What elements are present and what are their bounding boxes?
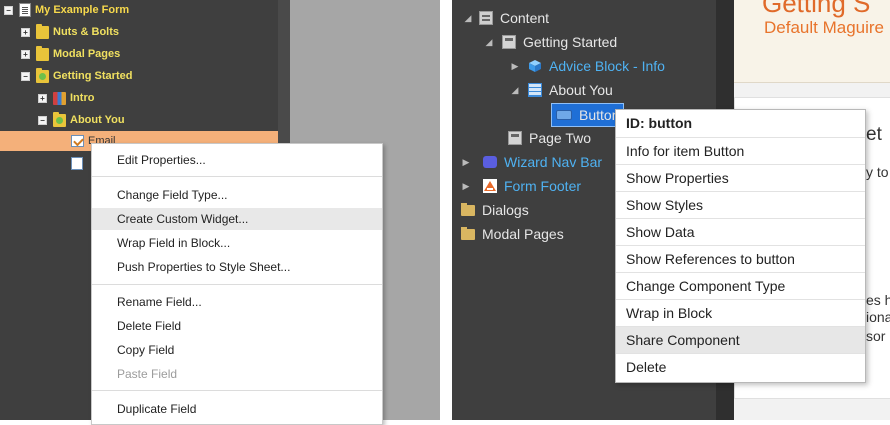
component-context-menu: ID: button Info for item Button Show Pro… (615, 109, 866, 383)
tree-node-label: Button (579, 107, 620, 123)
tree-node-label: About You (70, 114, 125, 126)
canvas-text-fragment: sor (866, 328, 886, 344)
menu-header-id: ID: button (626, 115, 693, 131)
menu-item-edit-properties[interactable]: Edit Properties... (92, 149, 382, 171)
menu-item-paste-field: Paste Field (117, 367, 178, 381)
menu-item-info[interactable]: Info for item Button (616, 137, 865, 164)
tree-node-label: About You (549, 82, 613, 98)
menu-item-duplicate-field[interactable]: Duplicate Field (92, 398, 382, 420)
page-icon (508, 131, 522, 145)
checkbox-field-icon (71, 135, 84, 147)
canvas-text-fragment: et (866, 124, 882, 145)
tree-node-form-footer[interactable]: ▶ Form Footer (459, 175, 581, 197)
expand-icon[interactable]: + (21, 49, 30, 59)
footer-icon (483, 179, 497, 193)
menu-item-wrap-field-in-block[interactable]: Wrap Field in Block... (92, 232, 382, 254)
tree-node-label: Intro (70, 92, 95, 104)
tree-node-nuts-bolts[interactable]: + Nuts & Bolts (21, 22, 119, 42)
tree-node-label: Advice Block - Info (549, 58, 665, 74)
menu-separator (92, 176, 382, 177)
tree-node-label: Content (500, 10, 550, 26)
folder-icon (461, 202, 475, 216)
tree-node-label: Modal Pages (482, 226, 564, 242)
tree-node-about-you[interactable]: ◢ About You (508, 79, 613, 101)
screenshot-divider (440, 0, 452, 420)
menu-item-rename-field[interactable]: Rename Field... (92, 291, 382, 313)
tree-node-modal-pages[interactable]: Modal Pages (461, 223, 564, 245)
tree-node-label: Getting Started (523, 34, 618, 50)
folder-icon (36, 23, 49, 39)
collapse-arrow-icon[interactable]: ◢ (461, 13, 475, 24)
tree-node-intro[interactable]: + Intro (38, 88, 94, 108)
field-icon (71, 156, 83, 170)
menu-item-delete[interactable]: Delete (616, 353, 865, 380)
canvas-text-fragment: y to a (866, 164, 890, 180)
menu-item-change-field-type[interactable]: Change Field Type... (92, 184, 382, 206)
collapse-icon[interactable]: − (38, 115, 47, 125)
tree-node-about-you[interactable]: − About You (38, 110, 125, 130)
form-icon (19, 3, 31, 17)
grid-icon (528, 83, 542, 97)
canvas-text-fragment: es h (866, 292, 890, 308)
folder-icon (36, 45, 49, 61)
tree-node-label: Modal Pages (53, 48, 121, 60)
cube-icon (529, 60, 541, 72)
menu-item-push-properties[interactable]: Push Properties to Style Sheet... (92, 256, 382, 278)
content-icon (479, 11, 493, 25)
block-folder-icon (53, 111, 66, 127)
menu-item-show-styles[interactable]: Show Styles (616, 191, 865, 218)
collapse-icon[interactable]: − (21, 71, 30, 81)
folder-icon (461, 226, 475, 240)
tree-node-content[interactable]: ◢ Content (461, 7, 550, 29)
menu-item-show-data[interactable]: Show Data (616, 218, 865, 245)
page-icon (502, 35, 516, 49)
tree-node-root[interactable]: − My Example Form (4, 0, 129, 20)
tree-node-page-two[interactable]: Page Two (508, 127, 591, 149)
tree-node-getting-started[interactable]: ◢ Getting Started (482, 31, 618, 53)
menu-separator (92, 390, 382, 391)
canvas-text-fragment: iona (866, 309, 890, 325)
canvas-subtitle: Default Maguire (764, 18, 885, 37)
tree-node-label: Wizard Nav Bar (504, 154, 603, 170)
tree-node-label: My Example Form (35, 4, 130, 16)
menu-item-change-component-type[interactable]: Change Component Type (616, 272, 865, 299)
expand-arrow-icon[interactable]: ▶ (459, 181, 473, 192)
button-icon (556, 110, 572, 120)
menu-item-delete-field[interactable]: Delete Field (92, 315, 382, 337)
expand-icon[interactable]: + (38, 93, 47, 103)
menu-item-show-references[interactable]: Show References to button (616, 245, 865, 272)
field-context-menu: Edit Properties... Change Field Type... … (91, 143, 383, 425)
tree-node-label: Form Footer (504, 178, 582, 194)
tree-node-partial[interactable] (71, 153, 87, 173)
puzzle-icon (483, 156, 497, 168)
tree-node-label: Nuts & Bolts (53, 26, 119, 38)
canvas-title: Getting S (762, 0, 871, 18)
expand-icon[interactable]: + (21, 27, 30, 37)
tree-node-wizard-nav-bar[interactable]: ▶ Wizard Nav Bar (459, 151, 603, 173)
menu-separator (92, 284, 382, 285)
tree-node-advice-block[interactable]: ▶ Advice Block - Info (508, 55, 665, 77)
collapse-icon[interactable]: − (4, 5, 13, 15)
block-icon (53, 91, 66, 105)
collapse-arrow-icon[interactable]: ◢ (482, 37, 496, 48)
canvas-footer-strip (734, 400, 890, 420)
menu-item-copy-field[interactable]: Copy Field (92, 339, 382, 361)
tree-node-label: Getting Started (53, 70, 133, 82)
tree-node-label: Dialogs (482, 202, 529, 218)
tree-node-button[interactable]: Button (556, 104, 619, 126)
menu-item-share-component[interactable]: Share Component (616, 326, 865, 353)
page-folder-icon (36, 67, 49, 83)
tree-node-getting-started[interactable]: − Getting Started (21, 66, 132, 86)
expand-arrow-icon[interactable]: ▶ (508, 61, 522, 72)
expand-arrow-icon[interactable]: ▶ (459, 157, 473, 168)
collapse-arrow-icon[interactable]: ◢ (508, 85, 522, 96)
tree-node-dialogs[interactable]: Dialogs (461, 199, 529, 221)
menu-item-wrap-in-block[interactable]: Wrap in Block (616, 299, 865, 326)
tree-node-label: Page Two (529, 130, 592, 146)
menu-item-show-properties[interactable]: Show Properties (616, 164, 865, 191)
menu-item-create-custom-widget[interactable]: Create Custom Widget... (92, 208, 382, 230)
tree-node-modal-pages[interactable]: + Modal Pages (21, 44, 120, 64)
